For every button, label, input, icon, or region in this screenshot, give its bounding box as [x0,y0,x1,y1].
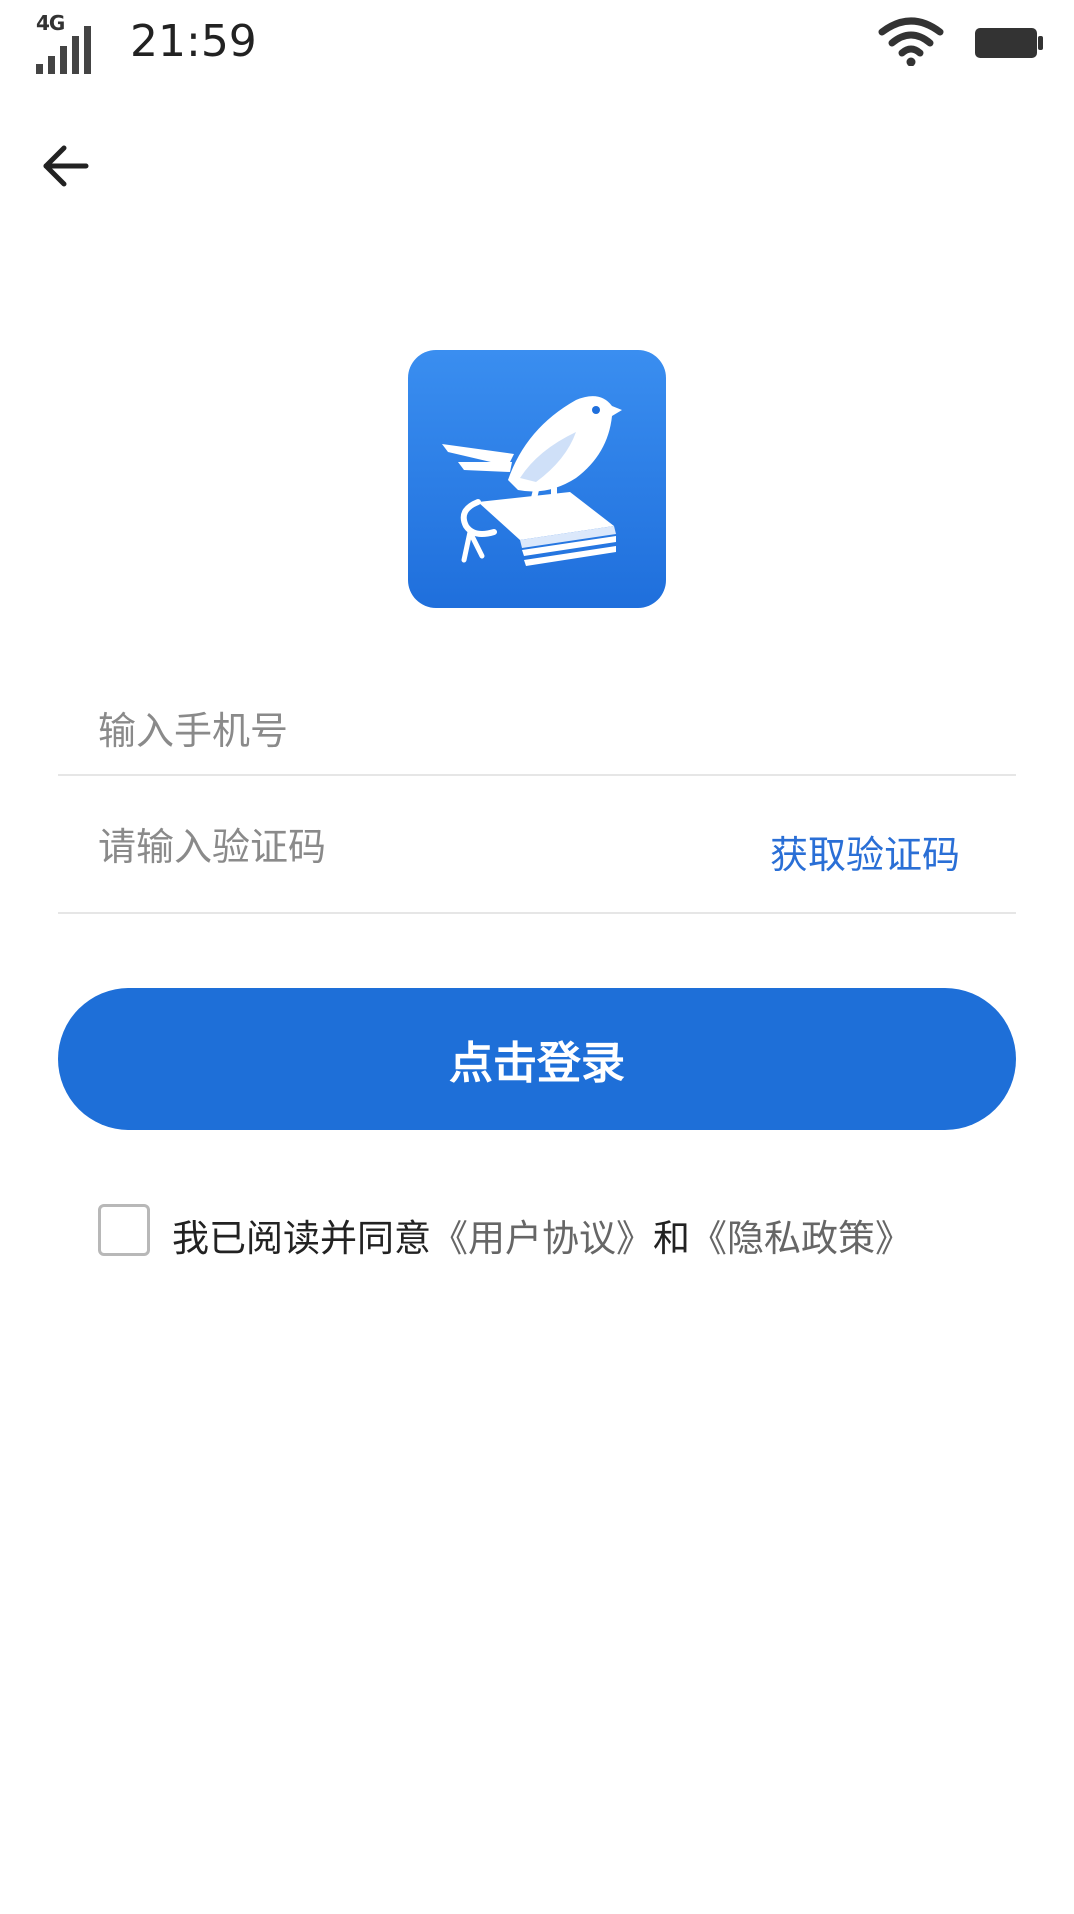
phone-input[interactable] [98,704,958,758]
login-page: 4G 21:59 输入手机号 请输入验证码 获取验证码 点击登录 我已阅读并同意… [0,0,1074,1914]
bird-on-book-icon [442,396,622,566]
get-code-button[interactable]: 获取验证码 [770,824,960,879]
battery-icon [975,28,1043,58]
arrow-left-icon [43,145,89,187]
privacy-policy-link[interactable]: 《隐私政策》 [690,1217,912,1260]
back-button[interactable] [30,130,102,202]
user-agreement-link[interactable]: 《用户协议》 [431,1217,653,1260]
agreement-prefix: 我已阅读并同意 [172,1217,431,1260]
agreement-conjunction: 和 [653,1217,690,1260]
phone-field [58,690,1016,776]
status-bar: 4G 21:59 [0,0,1074,90]
verification-code-field: 获取验证码 [58,784,1016,914]
wifi-icon [878,17,944,66]
agreement-checkbox[interactable] [98,1204,150,1256]
signal-icon [36,26,91,74]
agreement-text: 我已阅读并同意《用户协议》和《隐私政策》 [172,1208,912,1262]
status-time: 21:59 [130,16,257,67]
app-logo [408,350,666,608]
login-button[interactable]: 点击登录 [58,988,1016,1130]
verification-code-input[interactable] [98,820,698,874]
agreement-row: 我已阅读并同意《用户协议》和《隐私政策》 [98,1200,998,1260]
